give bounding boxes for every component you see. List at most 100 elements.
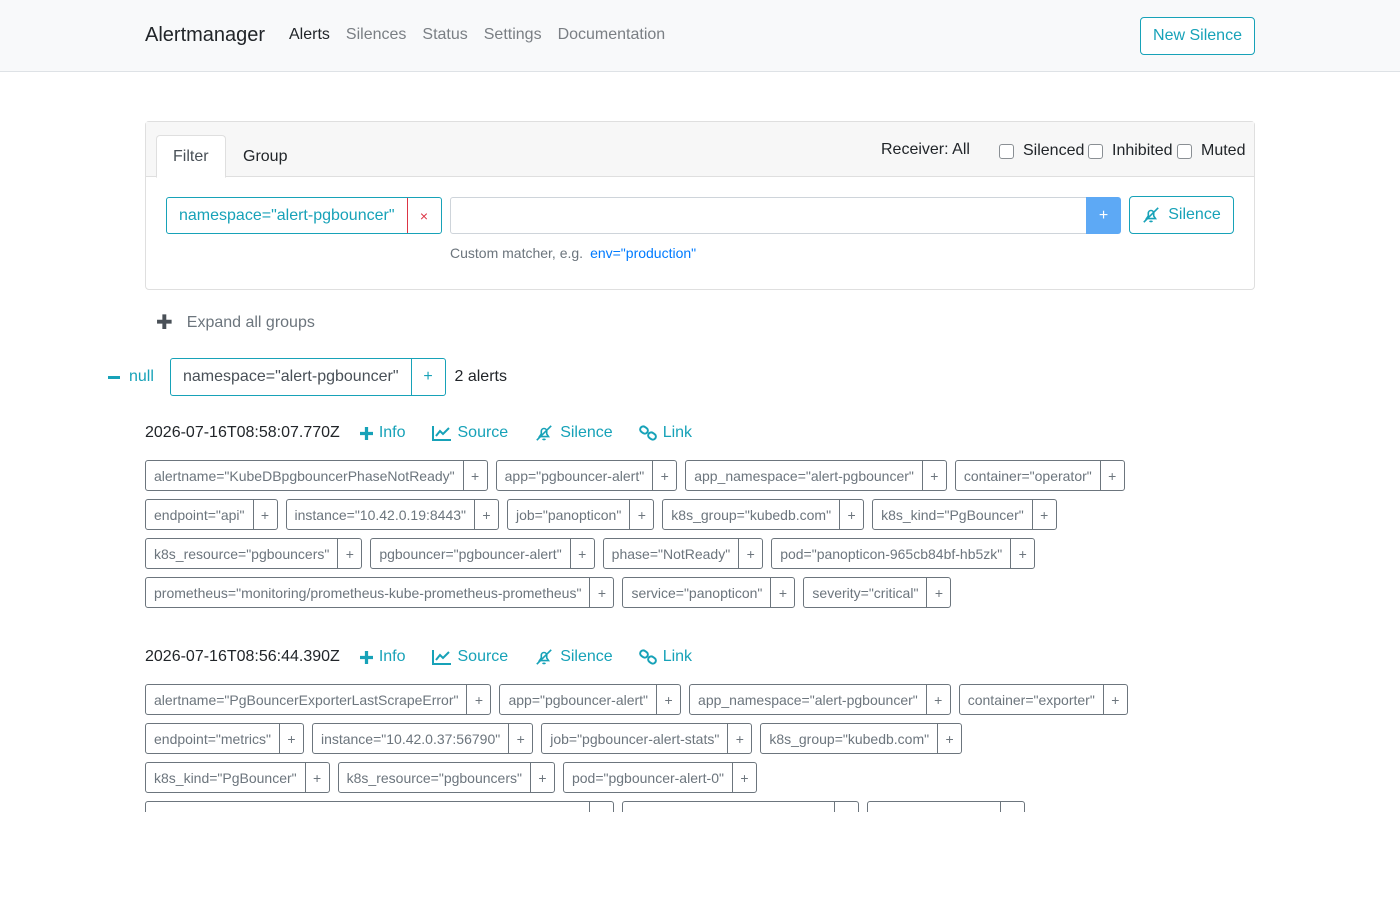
group-matcher-text[interactable]: namespace="alert-pgbouncer": [171, 359, 411, 395]
add-label-filter-button[interactable]: +: [999, 802, 1024, 812]
add-group-matcher-button[interactable]: +: [410, 359, 445, 395]
label-chip: container="exporter" +: [958, 684, 1128, 715]
add-label-filter-button[interactable]: +: [466, 685, 490, 714]
silenced-checkbox[interactable]: Silenced: [999, 142, 1084, 160]
label-chip: phase="NotReady" +: [602, 538, 764, 569]
add-label-filter-button[interactable]: +: [252, 500, 277, 529]
add-label-filter-button[interactable]: +: [304, 763, 329, 792]
label-chip: job="panopticon" +: [506, 499, 655, 530]
receiver-select[interactable]: Receiver: All: [881, 141, 970, 159]
add-label-filter-button[interactable]: +: [731, 763, 756, 792]
add-label-filter-button[interactable]: +: [337, 539, 361, 568]
label-text[interactable]: k8s_kind="PgBouncer": [146, 763, 305, 792]
label-text[interactable]: prometheus="monitoring/prometheus-kube-p…: [146, 802, 589, 813]
checkbox-box[interactable]: [999, 143, 1014, 159]
label-text[interactable]: phase="NotReady": [604, 539, 739, 568]
add-label-filter-button[interactable]: +: [921, 461, 946, 490]
label-text[interactable]: service="pgbouncer-alert-stats": [623, 802, 834, 813]
label-text[interactable]: endpoint="metrics": [146, 724, 279, 753]
label-text[interactable]: k8s_resource="pgbouncers": [146, 539, 337, 568]
label-text[interactable]: severity="warning": [868, 802, 999, 813]
add-label-filter-button[interactable]: +: [589, 578, 613, 607]
label-text[interactable]: endpoint="api": [146, 500, 253, 529]
add-label-filter-button[interactable]: +: [656, 685, 680, 714]
info-button[interactable]: Info: [359, 648, 406, 666]
active-matcher-text[interactable]: namespace="alert-pgbouncer": [167, 198, 407, 233]
silence-alert-button[interactable]: Silence: [534, 424, 613, 442]
add-label-filter-button[interactable]: +: [937, 724, 961, 753]
muted-checkbox[interactable]: Muted: [1177, 142, 1245, 160]
label-text[interactable]: pgbouncer="pgbouncer-alert": [371, 539, 569, 568]
label-text[interactable]: prometheus="monitoring/prometheus-kube-p…: [146, 578, 589, 607]
add-label-filter-button[interactable]: +: [738, 539, 762, 568]
label-text[interactable]: pod="pgbouncer-alert-0": [564, 763, 732, 792]
source-button[interactable]: Source: [431, 424, 508, 442]
add-matcher-button[interactable]: +: [1086, 197, 1121, 234]
label-chip: app_namespace="alert-pgbouncer" +: [685, 460, 947, 491]
link-button[interactable]: Link: [638, 648, 692, 666]
add-label-filter-button[interactable]: +: [1099, 461, 1124, 490]
link-button[interactable]: Link: [638, 424, 692, 442]
checkbox-box[interactable]: [1177, 143, 1192, 159]
label-text[interactable]: app="pgbouncer-alert": [497, 461, 653, 490]
add-label-filter-button[interactable]: +: [473, 500, 498, 529]
tab-filter[interactable]: Filter: [156, 135, 226, 178]
label-text[interactable]: alertname="PgBouncerExporterLastScrapeEr…: [146, 685, 466, 714]
collapse-group-button[interactable]: null: [108, 368, 170, 386]
add-label-filter-button[interactable]: +: [462, 461, 487, 490]
source-button[interactable]: Source: [431, 648, 508, 666]
new-silence-button[interactable]: New Silence: [1140, 17, 1255, 55]
label-chip: k8s_kind="PgBouncer" +: [145, 762, 330, 793]
brand[interactable]: Alertmanager: [145, 24, 265, 47]
silence-alert-button[interactable]: Silence: [534, 648, 613, 666]
add-label-filter-button[interactable]: +: [629, 500, 653, 529]
add-label-filter-button[interactable]: +: [839, 500, 863, 529]
nav-item-settings[interactable]: Settings: [484, 26, 542, 44]
label-text[interactable]: container="exporter": [960, 685, 1103, 714]
nav-item-alerts[interactable]: Alerts: [289, 26, 330, 44]
label-text[interactable]: instance="10.42.0.37:56790": [313, 724, 508, 753]
add-label-filter-button[interactable]: +: [278, 724, 303, 753]
inhibited-checkbox[interactable]: Inhibited: [1088, 142, 1173, 160]
expand-all-groups[interactable]: ✚ Expand all groups: [156, 313, 315, 333]
silence-filter-button[interactable]: Silence: [1129, 196, 1234, 234]
label-text[interactable]: container="operator": [956, 461, 1100, 490]
info-button[interactable]: Info: [359, 424, 406, 442]
label-text[interactable]: job="pgbouncer-alert-stats": [542, 724, 727, 753]
checkbox-box[interactable]: [1088, 143, 1103, 159]
remove-matcher-button[interactable]: ×: [406, 198, 441, 233]
label-text[interactable]: service="panopticon": [623, 578, 770, 607]
label-text[interactable]: k8s_kind="PgBouncer": [873, 500, 1032, 529]
label-text[interactable]: app_namespace="alert-pgbouncer": [690, 685, 926, 714]
hint-example[interactable]: env="production": [590, 245, 696, 261]
label-text[interactable]: instance="10.42.0.19:8443": [287, 500, 474, 529]
add-label-filter-button[interactable]: +: [1031, 500, 1056, 529]
label-text[interactable]: app_namespace="alert-pgbouncer": [686, 461, 922, 490]
nav-item-status[interactable]: Status: [422, 26, 467, 44]
add-label-filter-button[interactable]: +: [770, 578, 794, 607]
matcher-input[interactable]: [450, 197, 1087, 234]
label-text[interactable]: job="panopticon": [508, 500, 629, 529]
label-text[interactable]: k8s_resource="pgbouncers": [339, 763, 530, 792]
label-text[interactable]: alertname="KubeDBpgbouncerPhaseNotReady": [146, 461, 463, 490]
nav-item-documentation[interactable]: Documentation: [558, 26, 666, 44]
add-label-filter-button[interactable]: +: [727, 724, 751, 753]
label-text[interactable]: k8s_group="kubedb.com": [761, 724, 937, 753]
add-label-filter-button[interactable]: +: [529, 763, 554, 792]
nav-item-silences[interactable]: Silences: [346, 26, 406, 44]
add-label-filter-button[interactable]: +: [569, 539, 594, 568]
tab-group[interactable]: Group: [227, 135, 303, 178]
add-label-filter-button[interactable]: +: [1010, 539, 1034, 568]
add-label-filter-button[interactable]: +: [834, 802, 858, 812]
label-text[interactable]: severity="critical": [804, 578, 926, 607]
add-label-filter-button[interactable]: +: [589, 802, 613, 812]
label-text[interactable]: k8s_group="kubedb.com": [663, 500, 839, 529]
add-label-filter-button[interactable]: +: [926, 578, 950, 607]
add-label-filter-button[interactable]: +: [925, 685, 950, 714]
add-label-filter-button[interactable]: +: [1102, 685, 1127, 714]
label-text[interactable]: app="pgbouncer-alert": [500, 685, 656, 714]
add-label-filter-button[interactable]: +: [508, 724, 532, 753]
add-label-filter-button[interactable]: +: [652, 461, 676, 490]
plus-icon: [359, 426, 373, 440]
label-text[interactable]: pod="panopticon-965cb84bf-hb5zk": [772, 539, 1010, 568]
